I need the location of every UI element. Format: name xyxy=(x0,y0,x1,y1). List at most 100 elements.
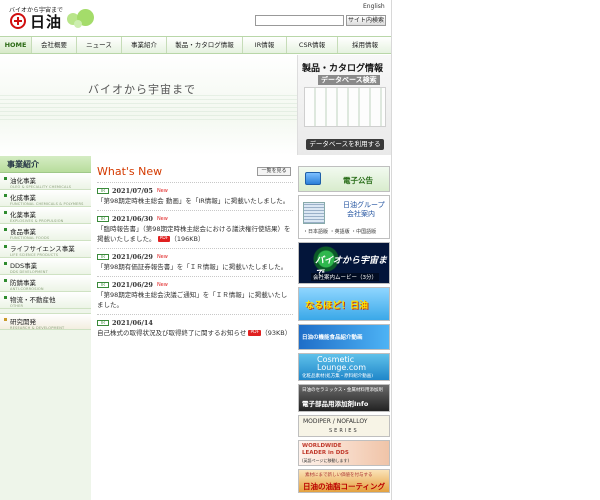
hero-banner: バイオから宇宙まで xyxy=(0,55,297,155)
english-link[interactable]: English xyxy=(363,3,385,10)
sidebar-item-label: 油化事業 xyxy=(10,177,36,185)
cosmetic-lounge-banner[interactable]: Cosmetic Lounge.com 化粧品素材(処方集・原料紹介動画) xyxy=(298,353,390,381)
sidebar-item-sub: FUNCTIONAL CHEMICALS & POLYMERS xyxy=(10,202,84,206)
news-text: 自己株式の取得状況及び取得終了に関するお知らせ xyxy=(97,329,247,337)
banner-label: MODIPER / NOFALLOY xyxy=(303,418,368,425)
news-date: 2021/07/05 xyxy=(112,186,153,195)
news-link[interactable]: 「第98期定時株主総会 動画」を「IR情報」に掲載いたしました。 xyxy=(97,196,293,206)
sidebar-item-sub: EXPLOSIVES & PROPULSION xyxy=(10,219,64,223)
catalog-subtitle: データベース検索 xyxy=(318,75,380,85)
company-movie-banner[interactable]: バイオから宇宙まで 会社案内ムービー（3分） xyxy=(298,242,390,284)
banner-label: SERIES xyxy=(329,428,359,434)
sidebar-item-dds[interactable]: DDS事業 DDS DEVELOPMENT xyxy=(0,258,91,275)
sidebar-item-label: 化薬事業 xyxy=(10,211,36,219)
electronic-additives-banner[interactable]: 日油のセラミックス・金属材料用添加剤 電子部品用添加剤Info xyxy=(298,384,390,412)
new-badge: New xyxy=(156,215,168,222)
functional-foods-video-banner[interactable]: 日油の機能食品紹介動画 xyxy=(298,324,390,350)
sidebar-item-foods[interactable]: 食品事業 FUNCTIONAL FOODS xyxy=(0,224,91,241)
banner-label: 電子公告 xyxy=(343,176,373,185)
hero-text: バイオから宇宙まで xyxy=(88,83,196,96)
banner-label: 日油のセラミックス・金属材料用添加剤 xyxy=(302,388,383,393)
sidebar-item-research[interactable]: 研究開発 RESEARCH & DEVELOPMENT xyxy=(0,313,91,330)
sidebar-item-sub: ANTI-CORROSION xyxy=(10,287,44,291)
news-link[interactable]: 「臨時報告書」（第98期定時株主総会における議決権行使結果）を掲載いたしました。… xyxy=(97,224,293,244)
sidebar-item-label: 防錆事業 xyxy=(10,279,36,287)
nav-recruit[interactable]: 採用情報 xyxy=(338,37,391,53)
search-input[interactable] xyxy=(255,15,344,26)
nav-csr[interactable]: CSR情報 xyxy=(287,37,338,53)
banner-label: 会社案内 xyxy=(347,210,375,218)
news-item: IR 2021/06/29 New 「第98期定時株主総会決議ご通知」を「ＩＲ情… xyxy=(97,276,293,314)
banner-label: 日油の油脂コーティング xyxy=(303,482,386,491)
banner-label: 素材にまで新しい価値を付与する xyxy=(305,473,373,478)
new-badge: New xyxy=(156,187,168,194)
header: バイオから宇宙まで 日油 English サイト内検索 xyxy=(0,0,391,34)
sidebar-item-label: 食品事業 xyxy=(10,228,36,236)
banner-label: なるほど！日油 xyxy=(305,301,369,311)
sidebar-item-other[interactable]: 物流・不動産他 OTHER xyxy=(0,292,91,309)
sidebar-item-explosives[interactable]: 化薬事業 EXPLOSIVES & PROPULSION xyxy=(0,207,91,224)
modiper-banner[interactable]: MODIPER / NOFALLOY SERIES xyxy=(298,415,390,437)
catalog-database-button[interactable]: データベースを利用する xyxy=(306,139,384,150)
group-guide-banner[interactable]: 日油グループ 会社案内 ・日本語版 ・英語版 ・中国語版 xyxy=(298,195,390,239)
news-link[interactable]: 自己株式の取得状況及び取得終了に関するお知らせ PDF （93KB） xyxy=(97,328,293,338)
new-badge: New xyxy=(156,253,168,260)
hero-decoration xyxy=(0,95,297,123)
banner-column: 電子公告 日油グループ 会社案内 ・日本語版 ・英語版 ・中国語版 バイオから宇… xyxy=(298,166,390,496)
sidebar-item-oleo[interactable]: 油化事業 OLEO & SPECIALITY CHEMICALS xyxy=(0,173,91,190)
nav-ir[interactable]: IR情報 xyxy=(243,37,287,53)
news-list: IR 2021/07/05 New 「第98期定時株主総会 動画」を「IR情報」… xyxy=(97,182,293,342)
file-size: （196KB） xyxy=(170,235,205,243)
sidebar-item-anticorrosion[interactable]: 防錆事業 ANTI-CORROSION xyxy=(0,275,91,292)
banner-label: WORLDWIDE xyxy=(302,443,342,449)
news-text: 「第98期定時株主総会 動画」を「IR情報」に掲載いたしました。 xyxy=(97,197,290,205)
news-date: 2021/06/30 xyxy=(112,214,153,223)
sidebar-item-sub: DDS DEVELOPMENT xyxy=(10,270,48,274)
sidebar-item-sub: FUNCTIONAL FOODS xyxy=(10,236,50,240)
news-date: 2021/06/29 xyxy=(112,252,153,261)
monitor-icon xyxy=(305,172,321,185)
nav-company[interactable]: 会社概要 xyxy=(32,37,77,53)
naruhodo-banner[interactable]: なるほど！日油 xyxy=(298,287,390,321)
sidebar-item-sub: OLEO & SPECIALITY CHEMICALS xyxy=(10,185,72,189)
site-search-button[interactable]: サイト内検索 xyxy=(346,15,386,26)
banner-label: Lounge.com xyxy=(317,363,366,372)
news-item: IR 2021/06/14 自己株式の取得状況及び取得終了に関するお知らせ PD… xyxy=(97,314,293,342)
sidebar-item-sub: LIFE SCIENCE PRODUCTS xyxy=(10,253,59,257)
news-item: IR 2021/06/29 New 「第98期有価証券報告書」を「ＩＲ情報」に掲… xyxy=(97,248,293,276)
news-link[interactable]: 「第98期定時株主総会決議ご通知」を「ＩＲ情報」に掲載いたしました。 xyxy=(97,290,293,310)
pdf-icon: PDF xyxy=(248,330,262,336)
catalog-title: 製品・カタログ情報 xyxy=(302,64,384,74)
nav-products[interactable]: 製品・カタログ情報 xyxy=(167,37,243,53)
news-date: 2021/06/14 xyxy=(112,318,153,327)
building-icon xyxy=(303,202,325,224)
ir-tag: IR xyxy=(97,253,109,260)
news-text: 「第98期有価証券報告書」を「ＩＲ情報」に掲載いたしました。 xyxy=(97,263,288,271)
logo-bubble-icon xyxy=(74,20,82,28)
banner-label: LEADER in DDS xyxy=(302,450,349,456)
logo-text[interactable]: 日油 xyxy=(30,11,62,32)
news-list-button[interactable]: 一覧を見る xyxy=(257,167,291,176)
electronic-notice-banner[interactable]: 電子公告 xyxy=(298,166,390,192)
sidebar-item-sub: RESEARCH & DEVELOPMENT xyxy=(10,326,65,330)
banner-label: 日油の機能食品紹介動画 xyxy=(302,335,363,341)
ir-tag: IR xyxy=(97,281,109,288)
pdf-icon: PDF xyxy=(157,236,171,242)
page: バイオから宇宙まで 日油 English サイト内検索 HOME 会社概要 ニュ… xyxy=(0,0,392,500)
banner-label: 会社案内ムービー（3分） xyxy=(311,273,380,281)
sidebar-item-chemicals[interactable]: 化成事業 FUNCTIONAL CHEMICALS & POLYMERS xyxy=(0,190,91,207)
banner-label: 電子部品用添加剤Info xyxy=(302,400,369,408)
nav-news[interactable]: ニュース xyxy=(77,37,122,53)
sidebar-item-label: DDS事業 xyxy=(10,262,38,270)
banner-languages: ・日本語版 ・英語版 ・中国語版 xyxy=(303,229,377,235)
catalog-banner[interactable]: 製品・カタログ情報 データベース検索 データベースを利用する xyxy=(297,55,391,155)
oil-coating-banner[interactable]: 素材にまで新しい価値を付与する 日油の油脂コーティング xyxy=(298,469,390,493)
dds-leader-banner[interactable]: WORLDWIDE LEADER in DDS (英語ページに移動します) xyxy=(298,440,390,466)
ir-tag: IR xyxy=(97,187,109,194)
news-link[interactable]: 「第98期有価証券報告書」を「ＩＲ情報」に掲載いたしました。 xyxy=(97,262,293,272)
nof-logo-icon[interactable] xyxy=(10,13,26,29)
sidebar-item-life-science[interactable]: ライフサイエンス事業 LIFE SCIENCE PRODUCTS xyxy=(0,241,91,258)
nav-business[interactable]: 事業紹介 xyxy=(122,37,167,53)
catalog-database-icon xyxy=(304,87,386,127)
nav-home[interactable]: HOME xyxy=(0,37,32,53)
